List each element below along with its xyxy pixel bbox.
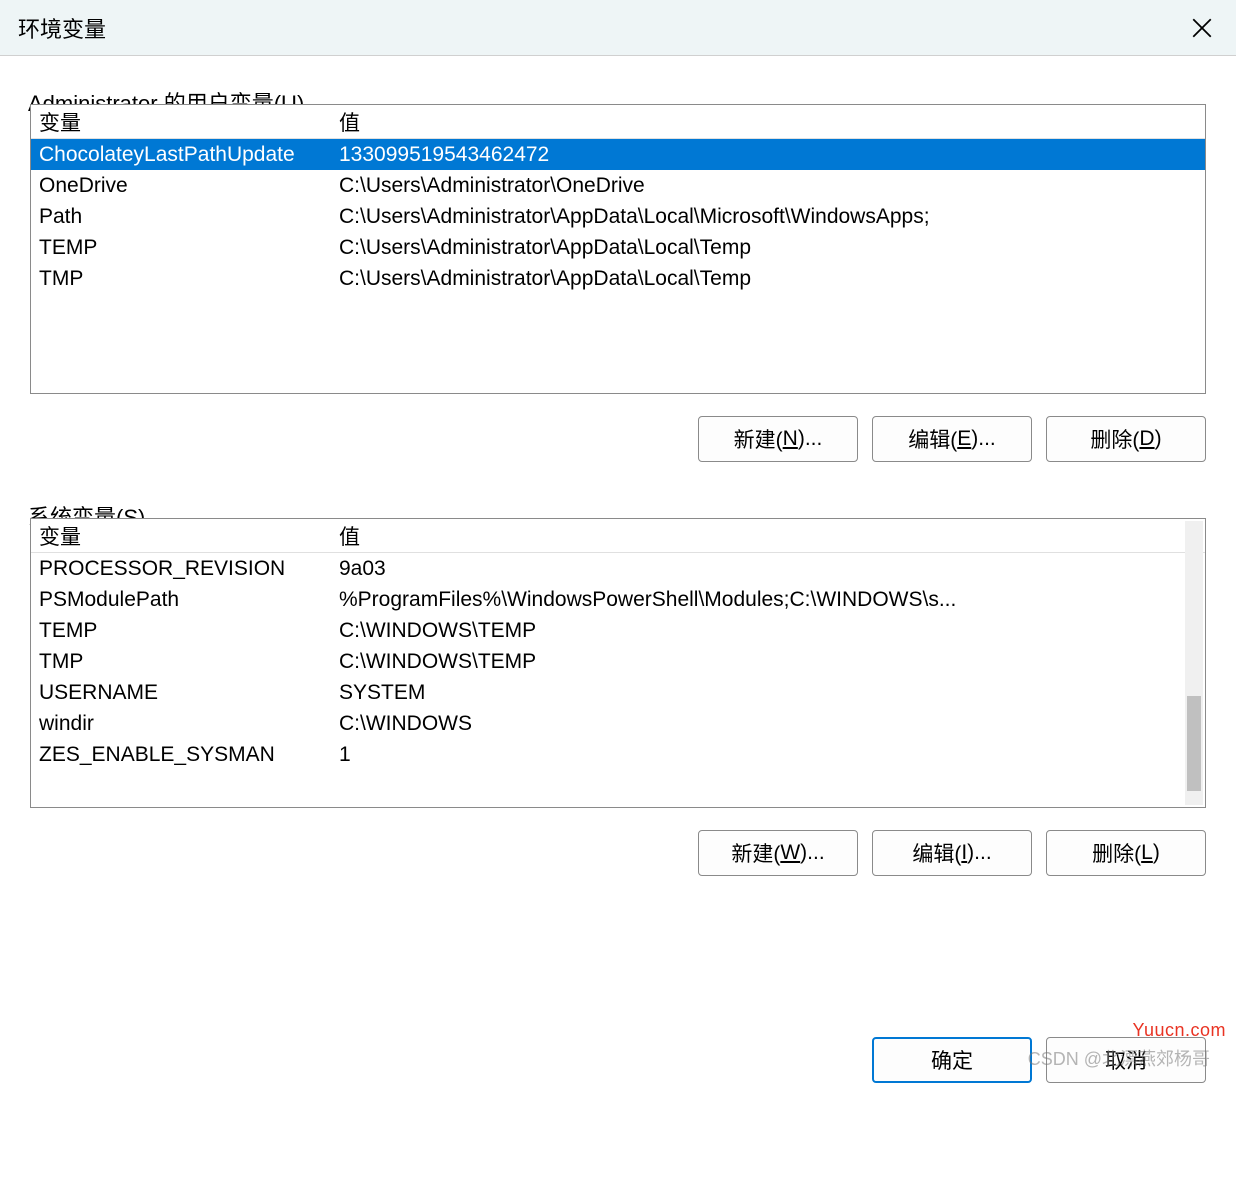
cell-value: C:\Users\Administrator\AppData\Local\Tem… [339, 236, 1205, 260]
cell-name: windir [31, 712, 339, 736]
cell-value: C:\WINDOWS\TEMP [339, 650, 1205, 674]
cell-name: USERNAME [31, 681, 339, 705]
cell-name: ChocolateyLastPathUpdate [31, 143, 339, 167]
column-header-name[interactable]: 变量 [31, 107, 339, 137]
list-header: 变量 值 [31, 519, 1205, 553]
table-row[interactable]: ZES_ENABLE_SYSMAN1 [31, 739, 1205, 770]
table-row[interactable]: ChocolateyLastPathUpdate1330995195434624… [31, 139, 1205, 170]
table-row[interactable]: windirC:\WINDOWS [31, 708, 1205, 739]
user-new-button[interactable]: 新建(N)... [698, 416, 858, 462]
cell-name: TMP [31, 267, 339, 291]
cell-name: Path [31, 205, 339, 229]
cell-name: ZES_ENABLE_SYSMAN [31, 743, 339, 767]
system-edit-button[interactable]: 编辑(I)... [872, 830, 1032, 876]
cell-value: %ProgramFiles%\WindowsPowerShell\Modules… [339, 588, 1205, 612]
system-new-button[interactable]: 新建(W)... [698, 830, 858, 876]
table-row[interactable]: USERNAMESYSTEM [31, 677, 1205, 708]
cell-name: TEMP [31, 619, 339, 643]
window-title: 环境变量 [18, 12, 106, 44]
ok-button[interactable]: 确定 [872, 1037, 1032, 1083]
user-variables-list[interactable]: 变量 值 ChocolateyLastPathUpdate13309951954… [30, 104, 1206, 394]
cell-value: C:\Users\Administrator\AppData\Local\Tem… [339, 267, 1205, 291]
list-header: 变量 值 [31, 105, 1205, 139]
column-header-name[interactable]: 变量 [31, 521, 339, 551]
cell-value: C:\Users\Administrator\AppData\Local\Mic… [339, 205, 1205, 229]
column-header-value[interactable]: 值 [339, 521, 1205, 551]
watermark-site: Yuucn.com [1132, 1020, 1226, 1041]
scrollbar-thumb[interactable] [1187, 696, 1201, 791]
close-button[interactable] [1168, 0, 1236, 56]
system-variables-list[interactable]: 变量 值 PROCESSOR_REVISION9a03PSModulePath%… [30, 518, 1206, 808]
table-row[interactable]: TMPC:\Users\Administrator\AppData\Local\… [31, 263, 1205, 294]
scrollbar[interactable] [1185, 521, 1203, 805]
table-row[interactable]: PSModulePath%ProgramFiles%\WindowsPowerS… [31, 584, 1205, 615]
user-delete-button[interactable]: 删除(D) [1046, 416, 1206, 462]
cell-value: C:\WINDOWS [339, 712, 1205, 736]
column-header-value[interactable]: 值 [339, 107, 1205, 137]
table-row[interactable]: TEMPC:\WINDOWS\TEMP [31, 615, 1205, 646]
watermark-author: CSDN @北漂燕郊杨哥 [1028, 1045, 1210, 1071]
system-variables-group: 系统变量(S) 变量 值 PROCESSOR_REVISION9a03PSMod… [30, 518, 1206, 876]
user-variables-group: Administrator 的用户变量(U) 变量 值 ChocolateyLa… [30, 104, 1206, 462]
table-row[interactable]: PROCESSOR_REVISION9a03 [31, 553, 1205, 584]
table-row[interactable]: PathC:\Users\Administrator\AppData\Local… [31, 201, 1205, 232]
table-row[interactable]: TMPC:\WINDOWS\TEMP [31, 646, 1205, 677]
user-edit-button[interactable]: 编辑(E)... [872, 416, 1032, 462]
close-icon [1192, 18, 1212, 38]
system-delete-button[interactable]: 删除(L) [1046, 830, 1206, 876]
cell-value: SYSTEM [339, 681, 1205, 705]
cell-value: 1 [339, 743, 1205, 767]
cell-value: 133099519543462472 [339, 143, 1205, 167]
cell-name: TEMP [31, 236, 339, 260]
table-row[interactable]: OneDriveC:\Users\Administrator\OneDrive [31, 170, 1205, 201]
titlebar: 环境变量 [0, 0, 1236, 56]
table-row[interactable]: TEMPC:\Users\Administrator\AppData\Local… [31, 232, 1205, 263]
cell-value: C:\WINDOWS\TEMP [339, 619, 1205, 643]
cell-name: PROCESSOR_REVISION [31, 557, 339, 581]
cell-value: C:\Users\Administrator\OneDrive [339, 174, 1205, 198]
cell-name: PSModulePath [31, 588, 339, 612]
cell-name: TMP [31, 650, 339, 674]
cell-name: OneDrive [31, 174, 339, 198]
cell-value: 9a03 [339, 557, 1205, 581]
